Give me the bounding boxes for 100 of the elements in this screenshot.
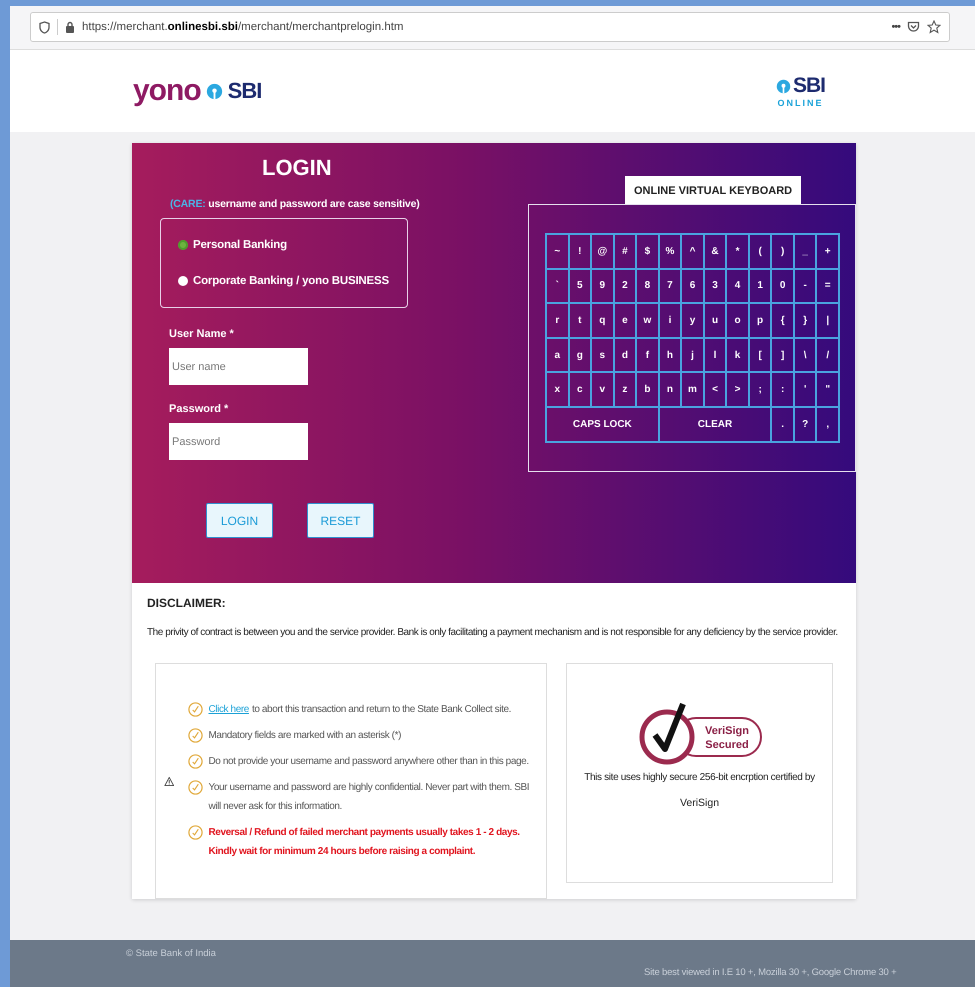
keyboard-key[interactable]: 1 bbox=[748, 268, 772, 304]
radio-dot[interactable] bbox=[178, 240, 188, 250]
keyboard-key[interactable]: ^ bbox=[681, 234, 704, 269]
keyboard-key[interactable]: " bbox=[816, 372, 839, 407]
keyboard-key[interactable]: # bbox=[614, 234, 636, 269]
keyboard-key[interactable]: ` bbox=[546, 268, 569, 304]
keyboard-key[interactable]: v bbox=[591, 372, 614, 407]
keyboard-key[interactable]: / bbox=[816, 338, 839, 372]
keyboard-key[interactable]: < bbox=[704, 372, 726, 407]
keyboard-key[interactable]: x bbox=[546, 372, 569, 407]
keyboard-key[interactable]: > bbox=[726, 372, 749, 407]
keyboard-key[interactable]: 6 bbox=[681, 268, 704, 304]
keyboard-key[interactable]: | bbox=[816, 303, 839, 338]
keyboard-key[interactable]: 0 bbox=[771, 268, 794, 304]
note-text: Click here to abort this transaction and return to the State Bank Collect site. bbox=[208, 702, 512, 716]
keyboard-key[interactable]: } bbox=[794, 303, 816, 338]
check-circle-icon bbox=[188, 780, 204, 794]
keyboard-key[interactable]: y bbox=[681, 303, 704, 338]
keyboard-key[interactable]: 4 bbox=[726, 268, 749, 304]
check-circle-icon bbox=[188, 702, 204, 716]
radio-dot[interactable] bbox=[178, 276, 188, 286]
disclaimer-title: DISCLAIMER: bbox=[147, 596, 227, 610]
keyboard-key[interactable]: l bbox=[704, 338, 726, 372]
keyboard-key[interactable]: f bbox=[636, 338, 659, 372]
note-text: Reversal / Refund of failed merchant payments usually takes 1 - 2 days. Kindly wait for minimum 24 hours before raising a complaint. bbox=[208, 826, 521, 858]
pocket-icon[interactable] bbox=[907, 21, 920, 33]
keyboard-key[interactable]: ( bbox=[748, 234, 772, 269]
keyboard-key[interactable]: ] bbox=[771, 338, 794, 372]
shield-icon bbox=[39, 20, 50, 34]
keyboard-key[interactable]: u bbox=[704, 303, 726, 338]
keyboard-key[interactable]: 8 bbox=[636, 268, 659, 304]
keyboard-key[interactable]: . bbox=[771, 406, 794, 442]
keyboard-key[interactable]: , bbox=[816, 406, 839, 442]
keyboard-key[interactable]: = bbox=[816, 268, 839, 304]
keyboard-key[interactable]: 5 bbox=[568, 268, 592, 304]
keyboard-key[interactable]: $ bbox=[636, 234, 659, 269]
keyboard-key[interactable]: d bbox=[614, 338, 636, 372]
note-text: Your username and password are highly confidential. Never part with them. SBI will never ask for this information. bbox=[208, 780, 530, 814]
keyboard-key[interactable]: ! bbox=[568, 234, 592, 269]
page-actions-menu[interactable]: ••• bbox=[891, 21, 900, 33]
keyboard-key[interactable]: q bbox=[591, 303, 614, 338]
keyboard-key[interactable]: @ bbox=[591, 234, 614, 269]
input-field[interactable]: User name bbox=[169, 348, 308, 385]
keyboard-key[interactable]: ) bbox=[771, 234, 794, 269]
keyboard-key[interactable]: 2 bbox=[614, 268, 636, 304]
lock-icon bbox=[65, 21, 75, 33]
field-label: User Name * bbox=[169, 328, 235, 340]
keyboard-key[interactable]: h bbox=[658, 338, 682, 372]
keyboard-key[interactable]: _ bbox=[794, 234, 816, 269]
keyboard-key[interactable]: CAPS LOCK bbox=[546, 406, 659, 442]
field-label: Password * bbox=[169, 403, 230, 415]
keyhole-icon bbox=[776, 78, 791, 94]
note-text: Mandatory fields are marked with an asterisk (*) bbox=[208, 728, 402, 742]
keyboard-key[interactable]: { bbox=[771, 303, 794, 338]
note-text: Do not provide your username and password anywhere other than in this page. bbox=[208, 754, 529, 768]
keyboard-key[interactable]: b bbox=[636, 372, 659, 407]
keyboard-key[interactable]: + bbox=[816, 234, 839, 269]
keyboard-key[interactable]: i bbox=[658, 303, 682, 338]
keyboard-key[interactable]: ? bbox=[794, 406, 816, 442]
star-icon[interactable] bbox=[927, 20, 941, 34]
address-bar[interactable]: https://merchant.onlinesbi.sbi/merchant/merchantprelogin.htm ••• bbox=[30, 12, 950, 42]
keyboard-key[interactable]: z bbox=[614, 372, 636, 407]
keyboard-key[interactable]: % bbox=[658, 234, 682, 269]
keyboard-key[interactable]: a bbox=[546, 338, 569, 372]
login-title: LOGIN bbox=[262, 155, 333, 181]
keyboard-key[interactable]: j bbox=[681, 338, 704, 372]
keyboard-key[interactable]: \ bbox=[794, 338, 816, 372]
keyboard-key[interactable]: 3 bbox=[704, 268, 726, 304]
keyboard-key[interactable]: ~ bbox=[546, 234, 569, 269]
keyboard-key[interactable]: m bbox=[681, 372, 704, 407]
keyboard-key[interactable]: t bbox=[568, 303, 592, 338]
keyboard-key[interactable]: - bbox=[794, 268, 816, 304]
keyboard-key[interactable]: : bbox=[771, 372, 794, 407]
keyboard-key[interactable]: CLEAR bbox=[658, 406, 772, 442]
keyboard-key[interactable]: n bbox=[658, 372, 682, 407]
banking-type-radio[interactable]: Corporate Banking / yono BUSINESS bbox=[178, 275, 407, 287]
keyboard-key[interactable]: s bbox=[591, 338, 614, 372]
keyboard-key[interactable]: r bbox=[546, 303, 569, 338]
check-circle-icon bbox=[188, 754, 204, 768]
check-circle-icon bbox=[188, 728, 204, 742]
keyboard-key[interactable]: p bbox=[748, 303, 772, 338]
keyboard-key[interactable]: 9 bbox=[591, 268, 614, 304]
keyhole-icon bbox=[206, 82, 223, 100]
keyboard-key[interactable]: 7 bbox=[658, 268, 682, 304]
keyboard-key[interactable]: ; bbox=[748, 372, 772, 407]
case-sensitivity-note: (CARE: username and password are case sensitive) bbox=[170, 198, 421, 210]
keyboard-key[interactable]: & bbox=[704, 234, 726, 269]
keyboard-key[interactable]: k bbox=[726, 338, 749, 372]
banking-type-radio[interactable]: Personal Banking bbox=[178, 239, 407, 251]
keyboard-key[interactable]: e bbox=[614, 303, 636, 338]
keyboard-key[interactable]: g bbox=[568, 338, 592, 372]
keyboard-key[interactable]: o bbox=[726, 303, 749, 338]
input-field[interactable]: Password bbox=[169, 423, 308, 460]
keyboard-key[interactable]: ' bbox=[794, 372, 816, 407]
keyboard-key[interactable]: c bbox=[568, 372, 592, 407]
keyboard-key[interactable]: * bbox=[726, 234, 749, 269]
keyboard-key[interactable]: [ bbox=[748, 338, 772, 372]
keyboard-key[interactable]: w bbox=[636, 303, 659, 338]
sbi-logo-text: SBI bbox=[228, 78, 262, 104]
browser-support-text: Site best viewed in I.E 10 +, Mozilla 30 +, Google Chrome 30 + bbox=[644, 967, 896, 978]
